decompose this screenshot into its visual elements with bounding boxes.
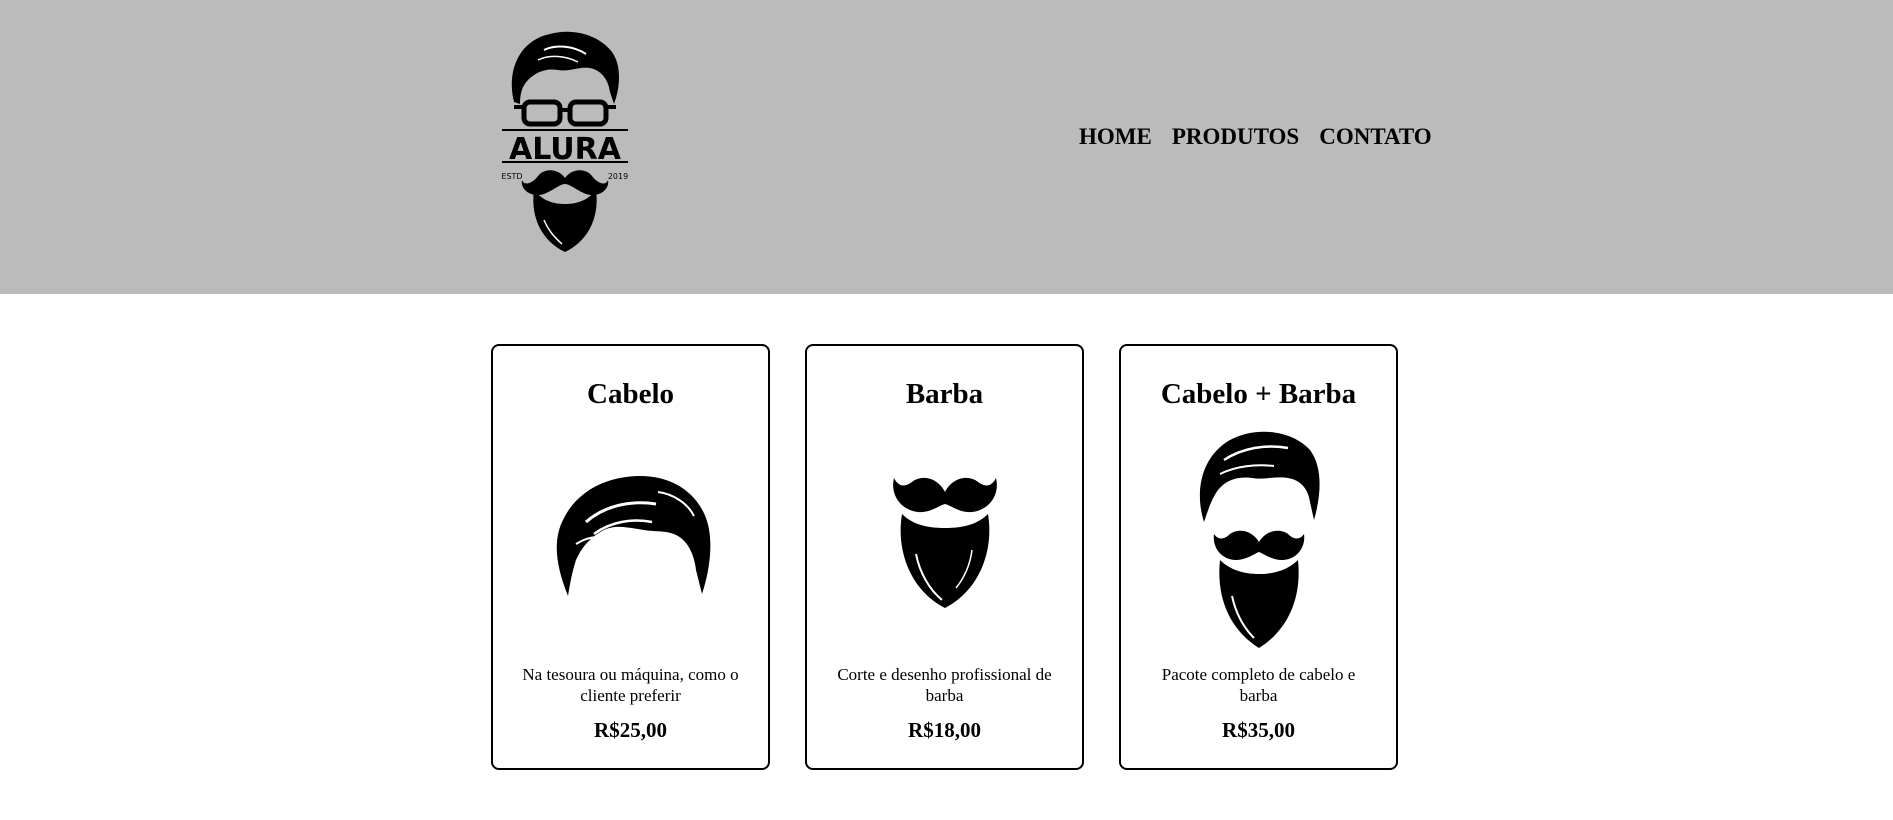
- product-price: R$35,00: [1222, 718, 1295, 742]
- bearded-man-logo-icon: ALURA ESTD 2019: [501, 31, 628, 252]
- svg-text:2019: 2019: [608, 172, 628, 181]
- product-title: Cabelo + Barba: [1160, 378, 1357, 410]
- beard-icon: [807, 470, 1082, 610]
- site-header: ALURA ESTD 2019 HOME PRODUTOS CONTATO: [0, 0, 1893, 294]
- product-card-cabelo-barba: Cabelo + Barba Pacote completo de cabelo…: [1119, 344, 1398, 770]
- hair-icon: [493, 470, 768, 600]
- svg-text:ESTD: ESTD: [501, 172, 522, 181]
- product-price: R$18,00: [908, 718, 981, 742]
- nav-contato-link[interactable]: CONTATO: [1319, 124, 1431, 150]
- hair-and-beard-icon: [1121, 430, 1396, 650]
- product-title: Barba: [905, 378, 984, 410]
- product-price: R$25,00: [594, 718, 667, 742]
- alura-logo[interactable]: ALURA ESTD 2019: [500, 30, 630, 255]
- nav-produtos-link[interactable]: PRODUTOS: [1172, 124, 1299, 150]
- nav-home-link[interactable]: HOME: [1079, 124, 1152, 150]
- product-description: Pacote completo de cabelo e barba: [1161, 665, 1356, 705]
- svg-text:ALURA: ALURA: [509, 132, 622, 167]
- product-description: Na tesoura ou máquina, como o cliente pr…: [522, 665, 739, 705]
- main-nav: HOME PRODUTOS CONTATO: [1079, 124, 1432, 150]
- product-card-cabelo: Cabelo Na tesoura ou máquina, como o cli…: [491, 344, 770, 770]
- product-description: Corte e desenho profissional de barba: [837, 665, 1052, 705]
- product-card-barba: Barba Corte e desenho profissional de ba…: [805, 344, 1084, 770]
- product-title: Cabelo: [587, 378, 674, 410]
